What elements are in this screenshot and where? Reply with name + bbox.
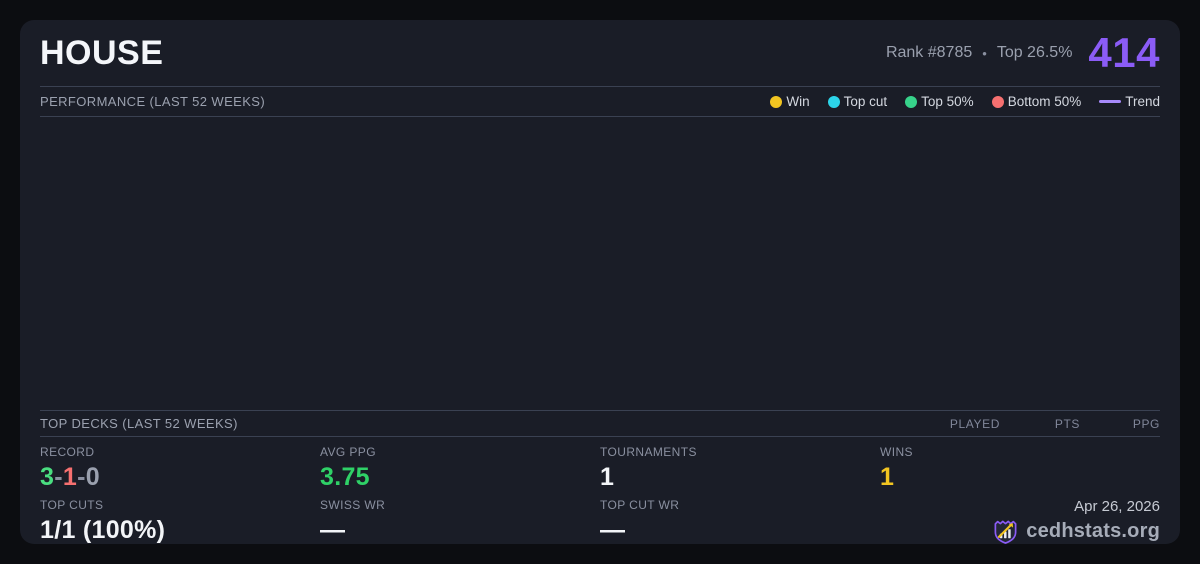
stat-avg-ppg: AVG PPG 3.75 [320,445,600,492]
stat-top-cuts-value: 1/1 (100%) [40,517,320,545]
stat-top-cut-wr-value: — [600,517,880,545]
stat-wins: WINS 1 [880,445,1160,492]
score-value: 414 [1088,32,1160,74]
win-dot-icon [770,96,782,108]
stat-top-cuts: TOP CUTS 1/1 (100%) [40,498,320,545]
stat-wins-label: WINS [880,445,1160,459]
brand-link[interactable]: cedhstats.org [992,518,1160,545]
legend-label-top-50: Top 50% [921,94,974,109]
top-50-dot-icon [905,96,917,108]
stats-grid: RECORD 3-1-0 AVG PPG 3.75 TOURNAMENTS 1 … [40,437,1160,545]
chart-legend: Win Top cut Top 50% Bottom 50% Trend [770,94,1160,109]
stat-avg-ppg-value: 3.75 [320,464,600,492]
rank-label: Rank #8785 [886,44,972,62]
card-header: HOUSE Rank #8785 • Top 26.5% 414 [40,20,1160,86]
performance-header-row: PERFORMANCE (LAST 52 WEEKS) Win Top cut … [40,86,1160,117]
legend-label-bottom-50: Bottom 50% [1008,94,1082,109]
stat-swiss-wr: SWISS WR — [320,498,600,545]
legend-item-top-50[interactable]: Top 50% [905,94,974,109]
legend-item-bottom-50[interactable]: Bottom 50% [992,94,1082,109]
top-decks-heading: TOP DECKS (LAST 52 WEEKS) [40,416,238,431]
stat-record-value: 3-1-0 [40,464,320,492]
record-wins: 3 [40,463,54,491]
top-decks-columns: PLAYED PTS PPG [920,417,1160,431]
stat-avg-ppg-label: AVG PPG [320,445,600,459]
record-sep-2: - [77,463,86,491]
stat-record-label: RECORD [40,445,320,459]
date-label: Apr 26, 2026 [1074,498,1160,515]
cedhstats-logo-icon [992,518,1019,545]
column-header-ppg: PPG [1080,417,1160,431]
percentile-label: Top 26.5% [997,44,1073,62]
legend-label-top-cut: Top cut [844,94,888,109]
stat-record: RECORD 3-1-0 [40,445,320,492]
record-sep-1: - [54,463,63,491]
stat-top-cut-wr-label: TOP CUT WR [600,498,880,512]
performance-chart-area [40,117,1160,410]
bottom-50-dot-icon [992,96,1004,108]
top-decks-header-row: TOP DECKS (LAST 52 WEEKS) PLAYED PTS PPG [40,410,1160,437]
brand-text: cedhstats.org [1026,520,1160,543]
legend-label-win: Win [786,94,809,109]
top-cut-dot-icon [828,96,840,108]
separator-dot: • [982,46,987,61]
stat-top-cuts-label: TOP CUTS [40,498,320,512]
stat-wins-value: 1 [880,464,1160,492]
stat-tournaments: TOURNAMENTS 1 [600,445,880,492]
performance-heading: PERFORMANCE (LAST 52 WEEKS) [40,94,265,109]
stat-swiss-wr-value: — [320,517,600,545]
legend-label-trend: Trend [1125,94,1160,109]
stat-tournaments-label: TOURNAMENTS [600,445,880,459]
legend-item-trend[interactable]: Trend [1099,94,1160,109]
footer-branding: Apr 26, 2026 cedhstats.org [880,498,1160,545]
column-header-pts: PTS [1000,417,1080,431]
stat-tournaments-value: 1 [600,464,880,492]
column-header-played: PLAYED [920,417,1000,431]
player-stats-card: HOUSE Rank #8785 • Top 26.5% 414 PERFORM… [20,20,1180,544]
legend-item-top-cut[interactable]: Top cut [828,94,888,109]
rank-summary: Rank #8785 • Top 26.5% [886,44,1072,62]
header-right: Rank #8785 • Top 26.5% 414 [886,32,1160,74]
record-losses: 1 [63,463,77,491]
page-title: HOUSE [40,36,163,70]
stat-top-cut-wr: TOP CUT WR — [600,498,880,545]
trend-line-icon [1099,100,1121,103]
record-draws: 0 [86,463,100,491]
legend-item-win[interactable]: Win [770,94,809,109]
stat-swiss-wr-label: SWISS WR [320,498,600,512]
